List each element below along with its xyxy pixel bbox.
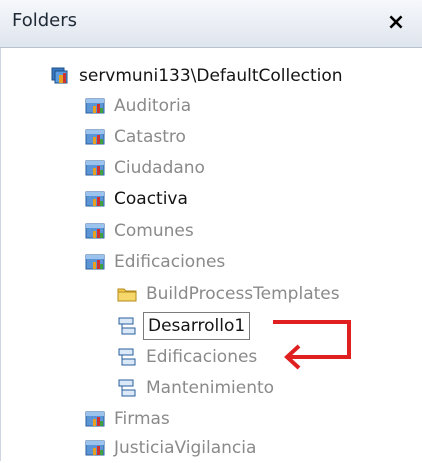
- tree-item-label: Mantenimiento: [146, 378, 275, 398]
- tree-item-label: Desarrollo1: [143, 312, 251, 340]
- tree-item-ciudadano[interactable]: Ciudadano: [85, 153, 208, 183]
- team-project-icon: [85, 223, 105, 239]
- folders-tree: servmuni133\DefaultCollection Auditoria …: [0, 48, 422, 461]
- tree-item-label: Auditoria: [114, 96, 192, 116]
- folders-panel-header: Folders ×: [0, 0, 422, 48]
- tree-item-label: BuildProcessTemplates: [146, 284, 340, 304]
- panel-title: Folders: [12, 10, 78, 31]
- tree-item-edificaciones-branch[interactable]: Edificaciones: [117, 342, 260, 372]
- team-project-icon: [85, 440, 105, 456]
- collection-icon: [51, 67, 68, 84]
- team-project-icon: [85, 191, 105, 207]
- tree-item-desarrollo1[interactable]: Desarrollo1: [117, 311, 251, 341]
- team-project-icon: [85, 411, 105, 427]
- team-project-icon: [85, 160, 105, 176]
- tree-item-label: Ciudadano: [114, 158, 205, 178]
- annotation-arrow: [273, 320, 351, 370]
- tree-item-firmas[interactable]: Firmas: [85, 404, 173, 434]
- tree-item-mantenimiento[interactable]: Mantenimiento: [117, 373, 277, 403]
- tree-item-label: Catastro: [114, 127, 186, 147]
- tree-item-coactiva[interactable]: Coactiva: [85, 184, 191, 214]
- close-button[interactable]: ×: [382, 6, 410, 38]
- tree-item-label: JusticiaVigilancia: [114, 438, 257, 458]
- branch-icon: [118, 379, 136, 397]
- tree-item-label: Comunes: [114, 221, 194, 241]
- team-project-icon: [85, 98, 105, 114]
- branch-icon: [118, 348, 136, 366]
- branch-icon: [118, 317, 136, 335]
- tree-root-label: servmuni133\DefaultCollection: [79, 66, 343, 86]
- tree-item-buildprocesstemplates[interactable]: BuildProcessTemplates: [117, 279, 343, 309]
- tree-item-auditoria[interactable]: Auditoria: [85, 91, 194, 121]
- folder-icon: [117, 288, 137, 302]
- tree-item-label: Coactiva: [114, 189, 188, 209]
- tree-item-justiciavigilancia[interactable]: JusticiaVigilancia: [85, 433, 259, 463]
- tree-item-label: Edificaciones: [114, 252, 226, 272]
- tree-item-label: Edificaciones: [146, 347, 258, 367]
- tree-item-catastro[interactable]: Catastro: [85, 122, 189, 152]
- tree-item-label: Firmas: [114, 409, 170, 429]
- tree-item-comunes[interactable]: Comunes: [85, 216, 197, 246]
- team-project-icon: [85, 254, 105, 270]
- tree-item-edificaciones[interactable]: Edificaciones: [85, 247, 228, 277]
- tree-root-collection[interactable]: servmuni133\DefaultCollection: [50, 61, 346, 91]
- team-project-icon: [85, 129, 105, 145]
